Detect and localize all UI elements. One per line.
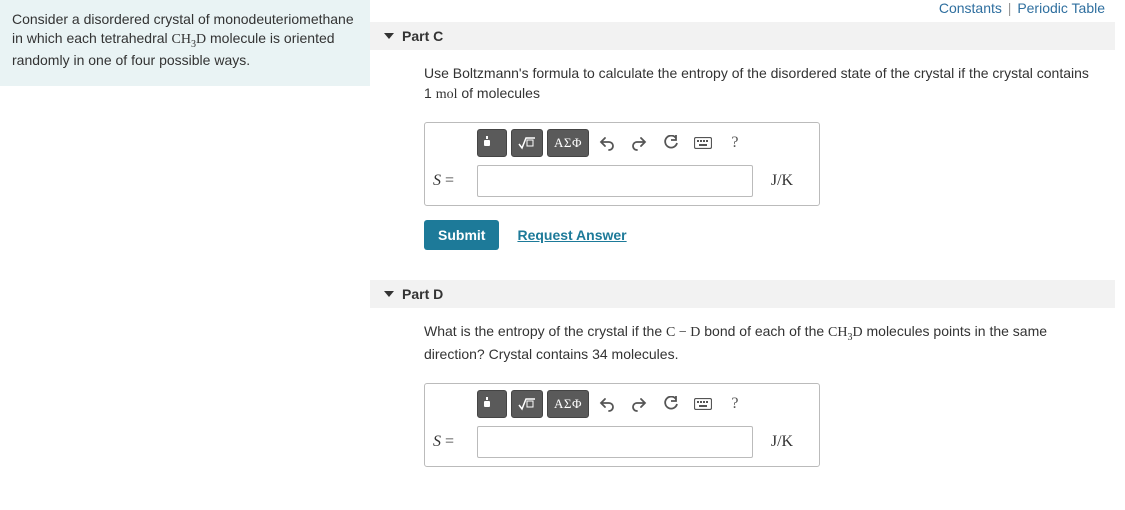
part-c-answer-box: ΑΣΦ ? S = [424, 122, 820, 206]
help-icon[interactable]: ? [721, 129, 749, 157]
part-c-body: Use Boltzmann's formula to calculate the… [370, 50, 1115, 272]
undo-icon[interactable] [593, 129, 621, 157]
caret-down-icon [384, 33, 394, 39]
help-icon[interactable]: ? [721, 390, 749, 418]
separator: | [1008, 0, 1012, 16]
redo-icon[interactable] [625, 129, 653, 157]
formula-ch3d: CH3D [172, 32, 207, 47]
part-c-answer-input[interactable] [477, 165, 753, 197]
part-c-header[interactable]: Part C [370, 22, 1115, 50]
part-c-toolbar: ΑΣΦ ? [477, 129, 811, 157]
part-c-title: Part C [402, 28, 443, 44]
redo-icon[interactable] [625, 390, 653, 418]
greek-icon[interactable]: ΑΣΦ [547, 129, 589, 157]
undo-icon[interactable] [593, 390, 621, 418]
template-icon[interactable] [477, 390, 507, 418]
part-d-unit: J/K [753, 433, 811, 451]
radical-icon[interactable] [511, 390, 543, 418]
radical-icon[interactable] [511, 129, 543, 157]
part-d-prompt: What is the entropy of the crystal if th… [424, 322, 1095, 364]
formula-ch3d: CH3D [828, 325, 863, 340]
request-answer-link[interactable]: Request Answer [517, 227, 626, 243]
part-d-toolbar: ΑΣΦ ? [477, 390, 811, 418]
problem-statement: Consider a disordered crystal of monodeu… [0, 0, 370, 86]
part-d-title: Part D [402, 286, 443, 302]
template-icon[interactable] [477, 129, 507, 157]
part-c-unit: J/K [753, 172, 811, 190]
part-d-body: What is the entropy of the crystal if th… [370, 308, 1115, 488]
part-d-header[interactable]: Part D [370, 280, 1115, 308]
keyboard-icon[interactable] [689, 129, 717, 157]
part-c-input-label: S = [433, 172, 477, 190]
part-d-input-label: S = [433, 433, 477, 451]
part-d-answer-box: ΑΣΦ ? S = [424, 383, 820, 467]
greek-icon[interactable]: ΑΣΦ [547, 390, 589, 418]
keyboard-icon[interactable] [689, 390, 717, 418]
reset-icon[interactable] [657, 129, 685, 157]
submit-button[interactable]: Submit [424, 220, 499, 250]
periodic-table-link[interactable]: Periodic Table [1017, 0, 1105, 16]
top-links: Constants | Periodic Table [370, 0, 1115, 20]
caret-down-icon [384, 291, 394, 297]
reset-icon[interactable] [657, 390, 685, 418]
part-d-answer-input[interactable] [477, 426, 753, 458]
constants-link[interactable]: Constants [939, 0, 1002, 16]
part-c-prompt: Use Boltzmann's formula to calculate the… [424, 64, 1095, 104]
